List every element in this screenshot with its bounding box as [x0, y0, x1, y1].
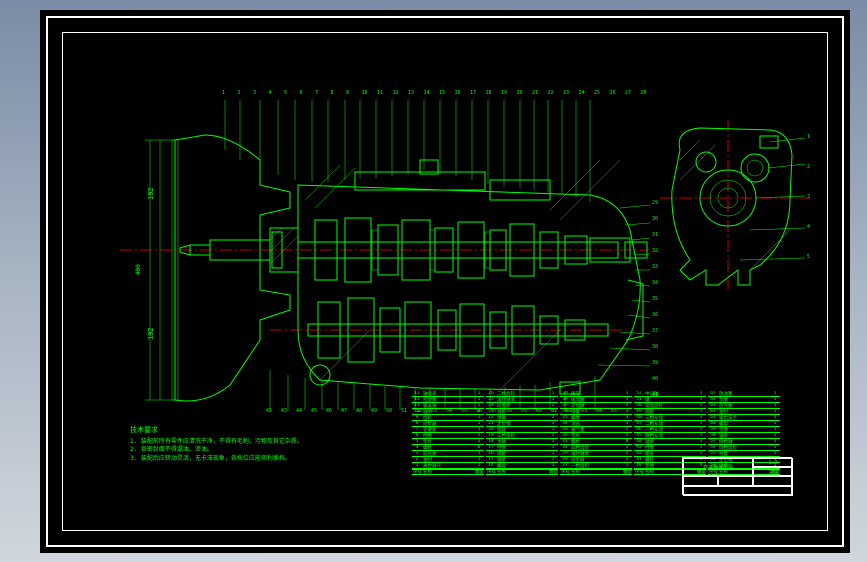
part-label-top: 22 — [548, 90, 554, 96]
part-label-top: 10 — [362, 90, 368, 96]
part-label-top: 28 — [641, 90, 647, 96]
leaders-top — [225, 100, 590, 202]
note-line-2: 2. 各密封面不得漏油、渗油。 — [130, 446, 430, 454]
part-label-top: 3 — [253, 90, 256, 96]
part-label-top: 27 — [625, 90, 631, 96]
part-label-right: 36 — [652, 312, 658, 318]
dim-lower: 192 — [147, 327, 155, 340]
part-label-top: 19 — [501, 90, 507, 96]
part-label-right: 29 — [652, 200, 658, 206]
note-line-1: 1. 装配前所有零件应清洗干净，不得有毛刺、污物及其它杂质。 — [130, 438, 430, 446]
part-label-top: 16 — [455, 90, 461, 96]
part-label-top: 12 — [393, 90, 399, 96]
dim-upper: 192 — [147, 187, 155, 200]
part-label-bottom: 47 — [341, 408, 347, 414]
material-cell — [753, 476, 793, 486]
part-label-bottom: 49 — [371, 408, 377, 414]
title-block: 变速器装配图 1:2 1/1 — [682, 457, 792, 495]
part-label-end: 2 — [807, 164, 810, 170]
part-label-top: 17 — [470, 90, 476, 96]
part-label-top: 2 — [238, 90, 241, 96]
part-label-top: 8 — [331, 90, 334, 96]
bom-column: 39拨叉138拨叉轴137定位球336弹簧335螺塞334顶盖133通气塞132… — [560, 391, 632, 475]
part-label-top: 25 — [594, 90, 600, 96]
part-label-top: 11 — [377, 90, 383, 96]
part-label-top: 20 — [517, 90, 523, 96]
part-label-right: 30 — [652, 216, 658, 222]
part-label-bottom: 51 — [401, 408, 407, 414]
checked-label — [718, 476, 753, 486]
part-label-top: 5 — [284, 90, 287, 96]
dim-overall: 400 — [135, 264, 142, 275]
notes-heading: 技术要求 — [130, 426, 430, 436]
part-label-right: 31 — [652, 232, 658, 238]
sheet-cell: 1/1 — [753, 467, 793, 476]
part-label-right: 39 — [652, 360, 658, 366]
part-label-top: 18 — [486, 90, 492, 96]
part-label-right: 33 — [652, 264, 658, 270]
main-section-view: 400 192 192 — [120, 80, 650, 410]
part-label-top: 1 — [222, 90, 225, 96]
part-label-top: 14 — [424, 90, 430, 96]
part-label-top: 4 — [269, 90, 272, 96]
part-label-bottom: 45 — [311, 408, 317, 414]
end-view: 1 2 3 4 5 — [660, 120, 810, 290]
part-label-bottom: 44 — [296, 408, 302, 414]
cad-viewport[interactable]: 400 192 192 — [40, 10, 850, 553]
footer-cell — [683, 486, 793, 496]
part-label-top: 26 — [610, 90, 616, 96]
part-label-bottom: 46 — [326, 408, 332, 414]
part-label-top: 13 — [408, 90, 414, 96]
part-label-top: 23 — [563, 90, 569, 96]
bom-and-titleblock: 13轴承盖112密封圈111输入轴110轴承29齿轮18同步器17花键套16挡圈… — [412, 375, 792, 495]
part-label-end: 4 — [807, 224, 810, 230]
part-label-right: 34 — [652, 280, 658, 286]
drawing-title: 变速器装配图 — [683, 458, 753, 476]
part-label-right: 32 — [652, 248, 658, 254]
part-label-end: 1 — [807, 134, 810, 140]
part-label-top: 21 — [532, 90, 538, 96]
part-label-top: 9 — [346, 90, 349, 96]
part-label-right: 37 — [652, 328, 658, 334]
technical-notes: 技术要求 1. 装配前所有零件应清洗干净，不得有毛刺、污物及其它杂质。 2. 各… — [130, 426, 430, 463]
part-label-top: 15 — [439, 90, 445, 96]
part-label-end: 3 — [807, 194, 810, 200]
drawing-area: 400 192 192 — [70, 40, 820, 523]
drawn-label — [683, 476, 718, 486]
part-label-top: 24 — [579, 90, 585, 96]
part-label-bottom: 43 — [281, 408, 287, 414]
part-label-top: 6 — [300, 90, 303, 96]
bom-column: 13轴承盖112密封圈111输入轴110轴承29齿轮18同步器17花键套16挡圈… — [412, 391, 484, 475]
bom-column: 26二档齿轮125滚针轴承124同步环223滑套122弹簧321定位销320齿毂… — [486, 391, 558, 475]
part-label-right: 35 — [652, 296, 658, 302]
part-label-end: 5 — [807, 254, 810, 260]
part-label-bottom: 50 — [386, 408, 392, 414]
part-label-bottom: 48 — [356, 408, 362, 414]
part-label-right: 38 — [652, 344, 658, 350]
scale-cell: 1:2 — [753, 458, 793, 467]
part-label-top: 7 — [315, 90, 318, 96]
leaders-right — [598, 205, 650, 366]
bom-header: 序号名称数量 — [486, 469, 558, 475]
note-line-3: 3. 装配后应转动灵活，无卡滞现象，各档位应能顺利换档。 — [130, 455, 430, 463]
bom-header: 序号名称数量 — [412, 469, 484, 475]
bom-header: 序号名称数量 — [560, 469, 632, 475]
part-label-bottom: 42 — [266, 408, 272, 414]
